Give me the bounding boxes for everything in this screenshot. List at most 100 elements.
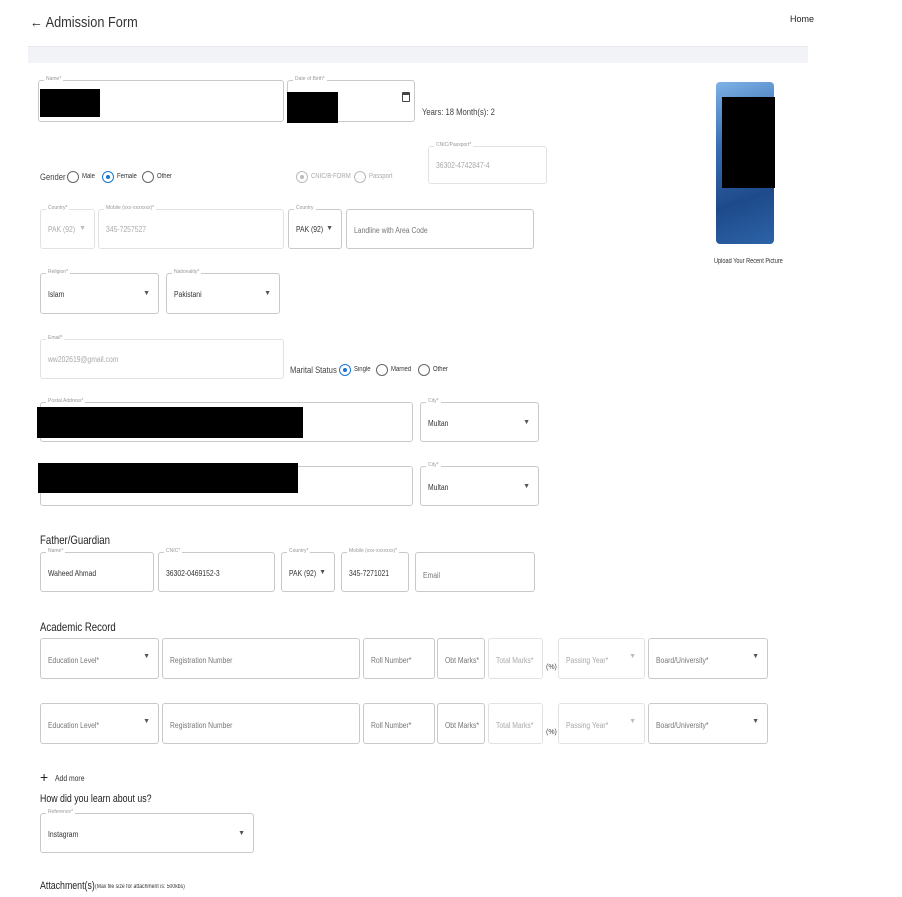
guardian-country-value: PAK (92): [289, 569, 317, 578]
reference-value: Instagram: [48, 830, 79, 839]
registration-number-field[interactable]: Registration Number: [162, 703, 360, 744]
total-marks-field[interactable]: Total Marks*: [488, 638, 543, 679]
obt-marks-field[interactable]: Obt Marks*: [437, 703, 485, 744]
chevron-down-icon: ▼: [264, 290, 271, 297]
postal-city-select[interactable]: City* Multan ▼: [420, 397, 539, 442]
passing-year-select[interactable]: Passing Year* ▼: [558, 703, 645, 744]
guardian-cnic-label: CNIC*: [164, 547, 183, 556]
gender-female-label: Female: [117, 173, 137, 180]
id-passport-radio[interactable]: [354, 171, 366, 183]
upload-photo-label[interactable]: Upload Your Recent Picture: [714, 258, 783, 265]
landline-country-value: PAK (92): [296, 225, 324, 234]
chevron-down-icon: ▼: [326, 225, 333, 232]
redacted-permanent-address: [38, 463, 298, 493]
roll-number-field[interactable]: Roll Number*: [363, 703, 435, 744]
board-university-select[interactable]: Board/University* ▼: [648, 638, 768, 679]
landline-placeholder: Landline with Area Code: [354, 226, 428, 235]
id-passport-label: Passport: [369, 173, 393, 180]
religion-label: Religion*: [46, 268, 71, 277]
chevron-down-icon: ▼: [143, 653, 150, 660]
add-more-button[interactable]: Add more: [55, 774, 84, 783]
gender-other-radio[interactable]: [142, 171, 154, 183]
guardian-name-field[interactable]: Name* Waheed Ahmad: [40, 547, 154, 592]
gender-male-radio[interactable]: [67, 171, 79, 183]
education-level-select[interactable]: Education Level* ▼: [40, 638, 159, 679]
guardian-email-field[interactable]: Email: [415, 552, 535, 592]
postal-address-label: Postal Address*: [46, 397, 86, 406]
arrow-left-icon[interactable]: ←: [30, 14, 43, 31]
guardian-country-select[interactable]: Country* PAK (92) ▼: [281, 547, 335, 592]
id-cnic-radio[interactable]: [296, 171, 308, 183]
guardian-name-value: Waheed Ahmad: [48, 569, 97, 578]
guardian-mobile-value: 345-7271021: [349, 569, 390, 578]
redacted-name: [40, 89, 100, 117]
header-divider: [28, 46, 808, 63]
board-university-select[interactable]: Board/University* ▼: [648, 703, 768, 744]
registration-number-field[interactable]: Registration Number: [162, 638, 360, 679]
chevron-down-icon: ▼: [523, 483, 530, 490]
mobile-country-select[interactable]: Country* PAK (92) ▼: [40, 204, 95, 249]
mobile-country-label: Country*: [46, 204, 70, 213]
marital-other-label: Other: [433, 366, 448, 373]
landline-country-label: Country: [294, 204, 316, 213]
marital-status-label: Marital Status: [290, 365, 337, 375]
email-label: Email*: [46, 334, 65, 343]
marital-single-label: Single: [354, 366, 371, 373]
chevron-down-icon: ▼: [143, 718, 150, 725]
guardian-cnic-field[interactable]: CNIC* 36302-0469152-3: [158, 547, 275, 592]
permanent-city-select[interactable]: City* Multan ▼: [420, 461, 539, 506]
guardian-country-label: Country*: [287, 547, 311, 556]
board-placeholder: Board/University*: [656, 721, 709, 730]
cnic-passport-field[interactable]: CNIC/Passport* 36302-4742847-4: [428, 141, 547, 184]
plus-icon[interactable]: +: [40, 770, 48, 784]
nationality-select[interactable]: Nationality* Pakistani ▼: [166, 268, 280, 314]
landline-country-select[interactable]: Country PAK (92) ▼: [288, 204, 342, 249]
education-level-select[interactable]: Education Level* ▼: [40, 703, 159, 744]
obt-marks-placeholder: Obt Marks*: [445, 656, 480, 665]
chevron-down-icon: ▼: [752, 653, 759, 660]
calendar-icon[interactable]: [402, 92, 410, 102]
landline-field[interactable]: Landline with Area Code: [346, 209, 534, 249]
gender-label: Gender: [40, 172, 66, 182]
guardian-email-placeholder: Email: [423, 571, 441, 580]
education-level-placeholder: Education Level*: [48, 656, 100, 665]
percentage-label: (%): [546, 664, 557, 671]
roll-number-field[interactable]: Roll Number*: [363, 638, 435, 679]
registration-placeholder: Registration Number: [170, 721, 233, 730]
mobile-number-field[interactable]: Mobile (xxx-xxxxxxx)* 345-7257527: [98, 204, 284, 249]
passing-year-select[interactable]: Passing Year* ▼: [558, 638, 645, 679]
cnic-label: CNIC/Passport*: [434, 141, 474, 150]
registration-placeholder: Registration Number: [170, 656, 233, 665]
guardian-mobile-field[interactable]: Mobile (xxx-xxxxxxx)* 345-7271021: [341, 547, 409, 592]
education-level-placeholder: Education Level*: [48, 721, 100, 730]
chevron-down-icon: ▼: [79, 225, 86, 232]
page-title: Admission Form: [45, 14, 138, 31]
guardian-mobile-label: Mobile (xxx-xxxxxxx)*: [347, 547, 400, 556]
guardian-name-label: Name*: [46, 547, 66, 556]
percentage-label: (%): [546, 729, 557, 736]
chevron-down-icon: ▼: [629, 718, 636, 725]
religion-select[interactable]: Religion* Islam ▼: [40, 268, 159, 314]
email-value: ww202619@gmail.com: [48, 355, 119, 364]
gender-other-label: Other: [157, 173, 172, 180]
total-marks-field[interactable]: Total Marks*: [488, 703, 543, 744]
page-header: ← Admission Form: [30, 14, 138, 31]
dob-label: Date of Birth*: [293, 75, 327, 84]
obt-marks-field[interactable]: Obt Marks*: [437, 638, 485, 679]
obt-marks-placeholder: Obt Marks*: [445, 721, 480, 730]
cnic-value: 36302-4742847-4: [436, 161, 490, 170]
reference-question: How did you learn about us?: [40, 793, 152, 805]
marital-other-radio[interactable]: [418, 364, 430, 376]
redacted-postal-address: [37, 407, 303, 438]
id-cnic-label: CNIC/B-FORM: [311, 173, 351, 180]
mobile-number-label: Mobile (xxx-xxxxxxx)*: [104, 204, 157, 213]
gender-female-radio[interactable]: [102, 171, 114, 183]
reference-select[interactable]: Reference* Instagram ▼: [40, 808, 254, 853]
home-link[interactable]: Home: [790, 14, 814, 24]
postal-city-label: City*: [426, 397, 441, 406]
roll-number-placeholder: Roll Number*: [371, 656, 412, 665]
email-field[interactable]: Email* ww202619@gmail.com: [40, 334, 284, 379]
marital-single-radio[interactable]: [339, 364, 351, 376]
marital-married-radio[interactable]: [376, 364, 388, 376]
chevron-down-icon: ▼: [523, 419, 530, 426]
